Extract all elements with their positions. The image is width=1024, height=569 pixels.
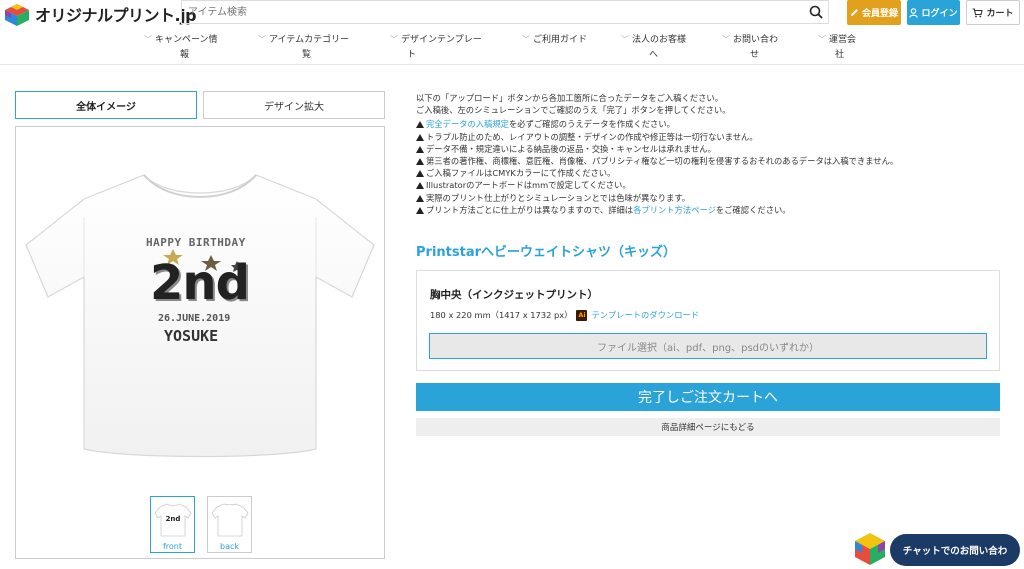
login-label: ログイン (921, 9, 958, 19)
warning-icon (416, 194, 424, 202)
search-bar (181, 0, 829, 24)
design-2nd: 2nd (150, 255, 250, 311)
search-button[interactable] (804, 1, 828, 23)
thumb-back[interactable]: back (207, 496, 252, 553)
chevron-down-icon: ﹀ (621, 35, 629, 44)
cart-button[interactable]: カート (966, 0, 1020, 25)
tab-full-image[interactable]: 全体イメージ (15, 91, 197, 119)
print-methods-link[interactable]: 各プリント方法ページ (633, 205, 716, 215)
main-nav: ﹀ キャンペーン情 報 ﹀ アイテムカテゴリー 覧 ﹀ デザインテンプレー ト ﹀ ご利… (0, 29, 1024, 65)
thumb-front-label: front (162, 542, 183, 551)
cart-icon (972, 7, 984, 17)
design-happy-birthday: HAPPY BIRTHDAY (146, 236, 246, 249)
thumb-back-label: back (219, 542, 239, 551)
warning-item: 実際のプリント仕上がりとシミュレーションとでは色味が異なります。 (416, 192, 1016, 204)
print-size-text: 180 x 220 mm（1417 x 1732 px） (430, 310, 573, 320)
warning-item: ご入稿ファイルはCMYKカラーにて作成ください。 (416, 167, 1016, 179)
warning-icon (416, 133, 424, 141)
illustrator-icon: Ai (576, 309, 588, 321)
print-area-title: 胸中央（インクジェットプリント） (430, 289, 598, 301)
nav-item-contact[interactable]: ﹀ お問い合わ せ (722, 32, 778, 63)
file-select-button[interactable]: ファイル選択（ai、pdf、png、psdのいずれか） (429, 333, 987, 359)
template-download-link[interactable]: テンプレートのダウンロード (591, 309, 699, 321)
warning-icon (416, 170, 424, 178)
product-title: Printstarヘビーウェイトシャツ（キッズ） (416, 245, 677, 260)
nav-item-templates[interactable]: ﹀ デザインテンプレー ト (390, 32, 482, 63)
nav-item-campaign[interactable]: ﹀ キャンペーン情 報 (144, 32, 218, 63)
complete-order-button[interactable]: 完了しご注文カートへ (416, 383, 1000, 411)
intro-line-2: ご入稿後、左のシミュレーションでご確認のうえ「完了」ボタンを押してください。 (416, 105, 731, 116)
chevron-down-icon: ﹀ (390, 35, 398, 44)
nav-item-categories[interactable]: ﹀ アイテムカテゴリー 覧 (258, 32, 349, 63)
print-area-box: 胸中央（インクジェットプリント） 180 x 220 mm（1417 x 173… (416, 270, 1000, 371)
warning-icon (416, 206, 424, 214)
search-input[interactable] (182, 1, 804, 23)
logo-text: オリジナルプリント.jp (35, 6, 197, 25)
tshirt-thumb-front-image: 2nd (154, 503, 191, 537)
chevron-down-icon: ﹀ (722, 35, 730, 44)
preview-panel: HAPPY BIRTHDAY 2nd 26.JUNE.2019 YOSUKE 2… (15, 126, 385, 559)
logo-cube-icon (5, 4, 29, 26)
warning-icon (416, 158, 424, 166)
chevron-down-icon: ﹀ (522, 35, 530, 44)
chevron-down-icon: ﹀ (144, 35, 152, 44)
nav-item-company[interactable]: ﹀ 運営会 社 (818, 32, 856, 63)
warning-icon (416, 145, 424, 153)
site-logo[interactable]: オリジナルプリント.jp (2, 2, 197, 26)
warning-item: 完全データの入稿規定を必ずご確認のうえデータを作成ください。 (416, 118, 1016, 130)
register-button[interactable]: 会員登録 (847, 0, 901, 25)
header: オリジナルプリント.jp 会員登録 ログイン カート (0, 0, 1024, 26)
upload-notes: 以下の「アップロード」ボタンから各加工箇所に合ったデータをご入稿ください。 ご入… (416, 92, 1016, 216)
search-icon (809, 5, 823, 19)
warning-item: データ不備・規定違いによる納品後の返品・交換・キャンセルは承れません。 (416, 143, 1016, 155)
warning-icon (416, 182, 424, 190)
print-size-row: 180 x 220 mm（1417 x 1732 px） Ai テンプレートのダ… (430, 309, 699, 321)
tshirt-thumb-back-image (211, 503, 248, 537)
warning-item: プリント方法ごとに仕上がりは異なりますので、詳細は各プリント方法ページをご確認く… (416, 204, 1016, 216)
chevron-down-icon: ﹀ (258, 35, 266, 44)
intro-line-1: 以下の「アップロード」ボタンから各加工箇所に合ったデータをご入稿ください。 (416, 93, 723, 103)
nav-item-business[interactable]: ﹀ 法人のお客様 へ (621, 32, 686, 63)
nav-item-guide[interactable]: ﹀ ご利用ガイド (522, 32, 587, 48)
warning-item: Illustratorのアートボードはmmで設定してください。 (416, 179, 1016, 191)
data-rules-link[interactable]: 完全データの入稿規定 (426, 119, 509, 129)
thumb-front[interactable]: 2nd front (150, 496, 195, 553)
warning-item: トラブル防止のため、レイアウトの調整・デザインの作成や修正等は一切行ないません。 (416, 131, 1016, 143)
chevron-down-icon: ﹀ (818, 35, 826, 44)
chat-inquiry-button[interactable]: チャットでのお問い合わ (890, 534, 1020, 566)
register-label: 会員登録 (861, 9, 898, 19)
design-name: YOSUKE (164, 327, 219, 345)
design-date: 26.JUNE.2019 (158, 313, 231, 324)
warning-icon (416, 121, 424, 129)
cart-label: カート (986, 9, 1014, 19)
svg-text:2nd: 2nd (165, 515, 180, 523)
warning-item: 第三者の著作権、商標権、意匠権、肖像権、パブリシティ権など一切の権利を侵害するお… (416, 155, 1016, 167)
tab-design-zoom[interactable]: デザイン拡大 (203, 91, 385, 119)
pencil-icon (850, 9, 858, 16)
chat-cube-icon (855, 533, 885, 565)
user-icon (909, 7, 919, 18)
back-to-product-button[interactable]: 商品詳細ページにもどる (416, 418, 1000, 436)
login-button[interactable]: ログイン (907, 0, 960, 25)
